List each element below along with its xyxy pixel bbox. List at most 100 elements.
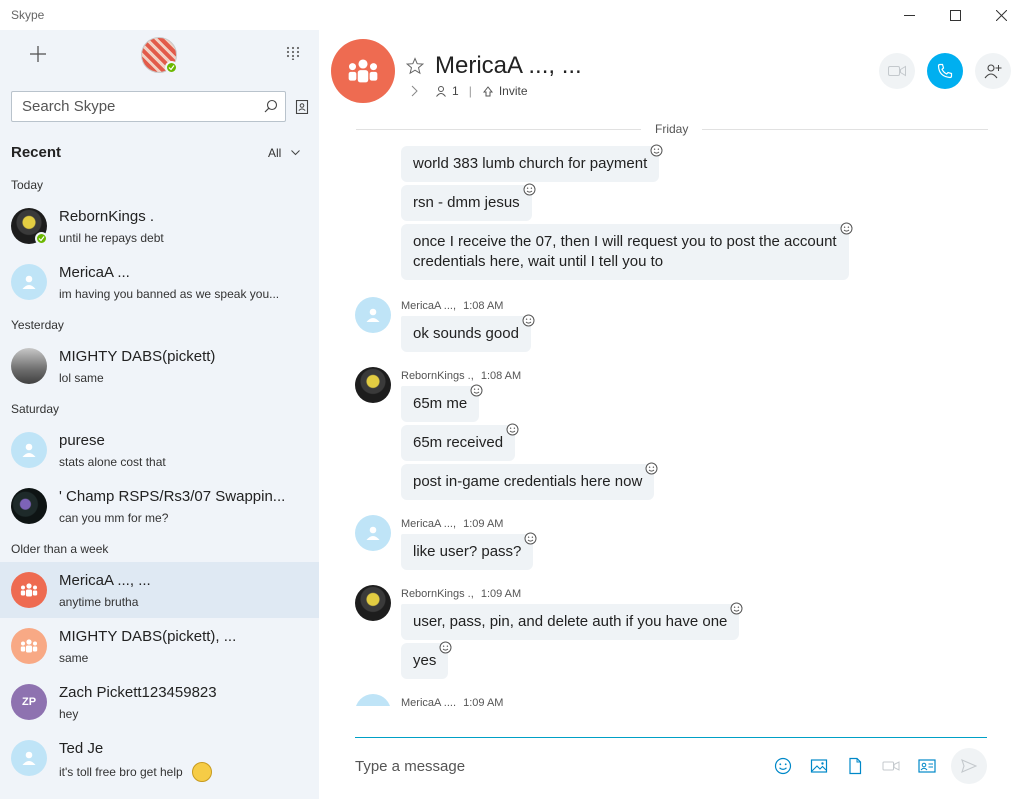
message-time: 1:09 AM [463,697,504,706]
composer-divider [355,737,987,738]
recent-header: Recent All [0,130,319,170]
recent-filter-dropdown[interactable]: All [268,146,301,160]
conversation-item[interactable]: purese stats alone cost that [0,422,319,478]
message-time: 1:09 AM [463,518,504,530]
message-input[interactable] [355,751,755,781]
video-message-icon[interactable] [882,757,900,775]
message-text: rsn - dmm jesus [413,194,520,211]
chat-title[interactable]: MericaA ..., ... [435,52,582,80]
avatar [11,432,47,468]
favorite-star-icon[interactable] [406,57,424,75]
conversation-preview: hey [59,707,79,721]
conversation-item[interactable]: ' Champ RSPS/Rs3/07 Swappin... can you m… [0,478,319,534]
add-person-icon [984,64,1002,79]
sender-avatar[interactable] [355,694,391,706]
conversation-preview-wrap: it's toll free bro get help [59,762,213,783]
conversation-preview: lol same [59,371,104,385]
conversation-item-selected[interactable]: MericaA ..., ... anytime brutha [0,562,319,618]
audio-call-button[interactable] [927,53,963,89]
chevron-right-icon[interactable] [411,85,419,97]
react-emoji-icon[interactable] [840,222,853,235]
message-text: world 383 lumb church for payment [413,155,648,172]
conversation-item[interactable]: Ted Je it's toll free bro get help [0,730,319,786]
message-bubble[interactable]: ok sounds good [401,314,535,352]
react-emoji-icon[interactable] [506,423,519,436]
search-input[interactable] [12,92,242,121]
sender-avatar[interactable] [355,515,391,551]
recent-filter-label: All [268,146,282,160]
search-box[interactable] [11,91,286,122]
conversation-item[interactable]: MericaA ... im having you banned as we s… [0,254,319,310]
message-meta: RebornKings ., 1:09 AM [401,588,521,600]
group-avatar[interactable] [331,39,395,103]
react-emoji-icon[interactable] [522,314,535,327]
video-camera-icon [888,65,906,77]
dialpad-icon[interactable] [286,46,300,60]
search-icon[interactable] [264,99,278,113]
sender-name: MericaA ..., [401,518,457,530]
message-list[interactable]: Friday world 383 lumb church for payment… [319,116,1024,706]
sender-name: RebornKings ., [401,588,474,600]
conversation-name: MIGHTY DABS(pickett), ... [59,628,237,645]
conversation-item[interactable]: RebornKings . until he repays debt [0,198,319,254]
message-bubble[interactable]: post in-game credentials here now [401,462,658,500]
message-bubble[interactable]: rsn - dmm jesus [401,183,536,221]
sidebar: Recent All Today RebornKings . until he … [0,30,319,799]
conversation-item[interactable]: MIGHTY DABS(pickett) lol same [0,338,319,394]
react-emoji-icon[interactable] [524,532,537,545]
section-label-yesterday: Yesterday [11,318,64,332]
react-emoji-icon[interactable] [730,602,743,615]
conversation-preview: same [59,651,89,665]
sender-avatar[interactable] [355,585,391,621]
react-emoji-icon[interactable] [650,144,663,157]
conversation-name: Ted Je [59,740,104,757]
minimize-button[interactable] [886,0,932,30]
message-text: credentials here, wait until I tell you … [413,253,664,270]
participant-count[interactable]: 1 [452,84,459,98]
send-icon [961,759,977,773]
message-text: post in-game credentials here now [413,473,643,490]
message-bubble[interactable]: 65m me [401,384,483,422]
online-status-icon [165,61,178,74]
message-bubble[interactable]: user, pass, pin, and delete auth if you … [401,602,743,640]
invite-link[interactable]: Invite [499,84,528,98]
conversation-preview: anytime brutha [59,595,139,609]
message-time: 1:09 AM [480,588,522,600]
maximize-button[interactable] [932,0,978,30]
send-button[interactable] [951,748,987,784]
react-emoji-icon[interactable] [439,641,452,654]
conversation-item[interactable]: MIGHTY DABS(pickett), ... same [0,618,319,674]
new-chat-plus-icon[interactable] [27,43,49,65]
search-row [0,82,319,130]
message-bubble[interactable]: yes [401,641,452,679]
close-button[interactable] [978,0,1024,30]
video-call-button[interactable] [879,53,915,89]
image-icon[interactable] [810,757,828,775]
add-people-button[interactable] [975,53,1011,89]
message-bubble[interactable]: world 383 lumb church for payment [401,144,663,182]
message-bubble[interactable]: like user? pass? [401,532,537,570]
emoji-icon[interactable] [774,757,792,775]
online-status-icon [35,232,48,245]
group-avatar [11,572,47,608]
chevron-down-icon [291,150,301,156]
avatar [11,740,47,776]
message-time: 1:08 AM [463,300,504,312]
conversation-preview: until he repays debt [59,231,164,245]
react-emoji-icon[interactable] [523,183,536,196]
file-icon[interactable] [846,757,864,775]
my-avatar[interactable] [141,37,178,74]
sender-avatar[interactable] [355,297,391,333]
message-bubble[interactable]: 65m received [401,423,519,461]
message-text: 65m received [413,434,504,451]
contacts-icon[interactable] [295,100,309,114]
worried-emoji-icon [192,762,213,782]
sender-avatar[interactable] [355,367,391,403]
close-icon [995,9,1007,21]
conversation-preview: im having you banned as we speak you... [59,287,280,301]
react-emoji-icon[interactable] [645,462,658,475]
contact-card-icon[interactable] [918,757,936,775]
message-bubble[interactable]: once I receive the 07, then I will reque… [401,222,853,280]
react-emoji-icon[interactable] [470,384,483,397]
conversation-item[interactable]: ZP Zach Pickett123459823 hey [0,674,319,730]
